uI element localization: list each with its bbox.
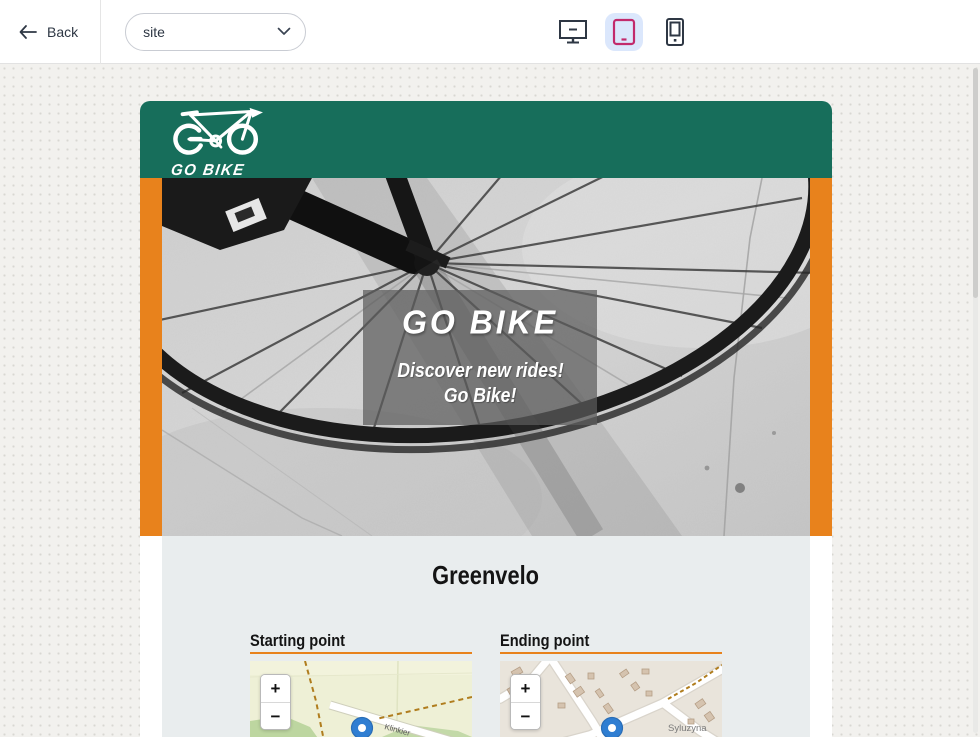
go-bike-logo[interactable]: GO BIKE [165, 107, 277, 180]
map-zoom-control: + − [260, 674, 291, 730]
chevron-down-icon [277, 27, 291, 36]
mobile-preview-button[interactable] [656, 13, 694, 51]
ending-point-label: Ending point [500, 629, 722, 649]
ending-point-column: Ending point [500, 629, 722, 737]
tablet-icon [612, 18, 636, 46]
back-arrow-icon [18, 24, 38, 40]
zoom-out-button[interactable]: − [511, 702, 540, 729]
mobile-icon [664, 17, 686, 47]
starting-point-label: Starting point [250, 629, 472, 649]
scrollbar-thumb[interactable] [973, 68, 978, 298]
map-zoom-control: + − [510, 674, 541, 730]
starting-point-column: Starting point [250, 629, 472, 737]
device-toggle-group [554, 0, 694, 64]
hero-overlay: GO BIKE Discover new rides! Go Bike! [363, 290, 597, 425]
ending-point-marker[interactable] [602, 718, 623, 737]
orange-rule [250, 652, 472, 654]
orange-rule [500, 652, 722, 654]
back-label: Back [47, 24, 78, 40]
starting-point-marker[interactable] [352, 718, 373, 737]
map-place-label: Syluzyna [668, 723, 707, 734]
back-button[interactable]: Back [18, 24, 78, 40]
hero-title: GO BIKE [402, 303, 558, 342]
page-selector-value: site [143, 24, 165, 40]
tablet-preview-button[interactable] [605, 13, 643, 51]
zoom-in-button[interactable]: + [261, 675, 290, 702]
section-heading: Greenvelo [250, 560, 722, 591]
hero-subtitle: Discover new rides! Go Bike! [386, 359, 575, 409]
hero-section: GO BIKE Discover new rides! Go Bike! [140, 178, 832, 536]
bike-logo-icon [165, 107, 277, 157]
logo-wordmark: GO BIKE [170, 162, 246, 180]
zoom-out-button[interactable]: − [261, 702, 290, 729]
preview-canvas: GO BIKE [0, 64, 980, 737]
site-header: GO BIKE [140, 101, 832, 178]
ending-point-map[interactable]: Syluzyna + − [500, 661, 722, 737]
site-preview: GO BIKE [140, 101, 832, 737]
toolbar: Back site [0, 0, 980, 64]
desktop-icon [558, 19, 588, 45]
hero-left-orange-bar [140, 178, 162, 536]
desktop-preview-button[interactable] [554, 13, 592, 51]
hero-right-orange-bar [810, 178, 832, 536]
zoom-in-button[interactable]: + [511, 675, 540, 702]
starting-point-map[interactable]: Klinkier + − [250, 661, 472, 737]
app-window: Back site [0, 0, 980, 737]
scrollbar[interactable] [973, 68, 978, 733]
greenvelo-section: Greenvelo Starting point [162, 536, 810, 737]
toolbar-divider [100, 0, 101, 64]
site-body: Greenvelo Starting point [140, 536, 832, 737]
page-selector-dropdown[interactable]: site [125, 13, 306, 51]
